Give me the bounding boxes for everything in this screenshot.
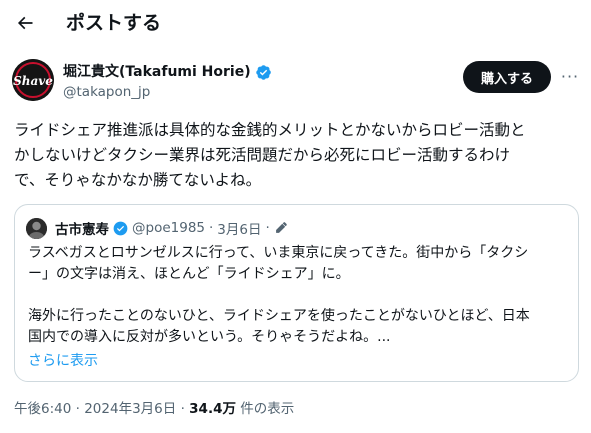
quote-line: 海外に行ったことのないひと、ライドシェアを使ったことがないひとほど、日本 [28,308,530,324]
quote-header: 古市憲寿 @poe1985 · 3月6日 · [55,217,288,239]
quote-line: ー」の文字は消え、ほとんど「ライドシェア」に。 [28,266,350,282]
tweet-text: ライドシェア推進派は具体的な金銭的メリットとかないからロビー活動と かしないけど… [14,118,580,193]
svg-text:Shave: Shave [13,74,53,88]
views-count: 34.4万 [189,401,236,417]
quote-text: ラスベガスとロサンゼルスに行って、いま東京に戻ってきた。街中から「タクシ ー」の… [28,243,573,348]
quote-author-handle[interactable]: @poe1985 [132,220,205,236]
show-more-link[interactable]: さらに表示 [28,351,98,371]
verified-badge-icon [255,64,272,81]
quote-tweet-card[interactable]: 古市憲寿 @poe1985 · 3月6日 · ラスベガスとロサンゼルスに行って、… [14,204,579,382]
back-button[interactable] [10,8,40,38]
arrow-left-icon [17,16,33,30]
top-bar: ポストする [0,0,591,48]
quote-author-name[interactable]: 古市憲寿 [55,218,109,238]
author-handle[interactable]: @takapon_jp [63,83,150,101]
tweet-line: かしないけどタクシー業界は死活問題だから必死にロビー活動するわけ [14,146,511,164]
quote-line: 国内での導入に反対が多いという。そりゃそうだよね。... [28,329,391,345]
meta-separator: · [75,401,80,417]
page-title: ポストする [66,12,162,34]
avatar[interactable]: Shave [12,59,54,101]
post-date[interactable]: 2024年3月6日 [84,401,176,417]
verified-badge-icon [113,221,128,236]
author-name[interactable]: 堀江貴文(Takafumi Horie) [63,62,272,82]
tweet-line: で、そりゃなかなか勝てないよね。 [14,171,262,189]
views-label: 件の表示 [240,401,295,417]
edit-pencil-icon[interactable] [274,221,288,235]
author-name-text[interactable]: 堀江貴文(Takafumi Horie) [63,62,251,82]
meta-separator: · [209,220,214,236]
meta-separator: · [180,401,185,417]
quote-avatar[interactable] [26,218,47,239]
quote-date[interactable]: 3月6日 [217,218,261,238]
post-meta: 午後6:40 · 2024年3月6日 · 34.4万 件の表示 [14,399,294,419]
tweet-line: ライドシェア推進派は具体的な金銭的メリットとかないからロビー活動と [14,121,526,139]
quote-avatar-image [26,218,47,239]
post-time[interactable]: 午後6:40 [14,401,71,417]
more-options-icon[interactable]: ··· [560,66,580,86]
avatar-logo: Shave [12,59,54,101]
quote-line: ラスベガスとロサンゼルスに行って、いま東京に戻ってきた。街中から「タクシ [28,245,529,261]
buy-button[interactable]: 購入する [463,61,551,93]
meta-separator: · [265,220,270,236]
